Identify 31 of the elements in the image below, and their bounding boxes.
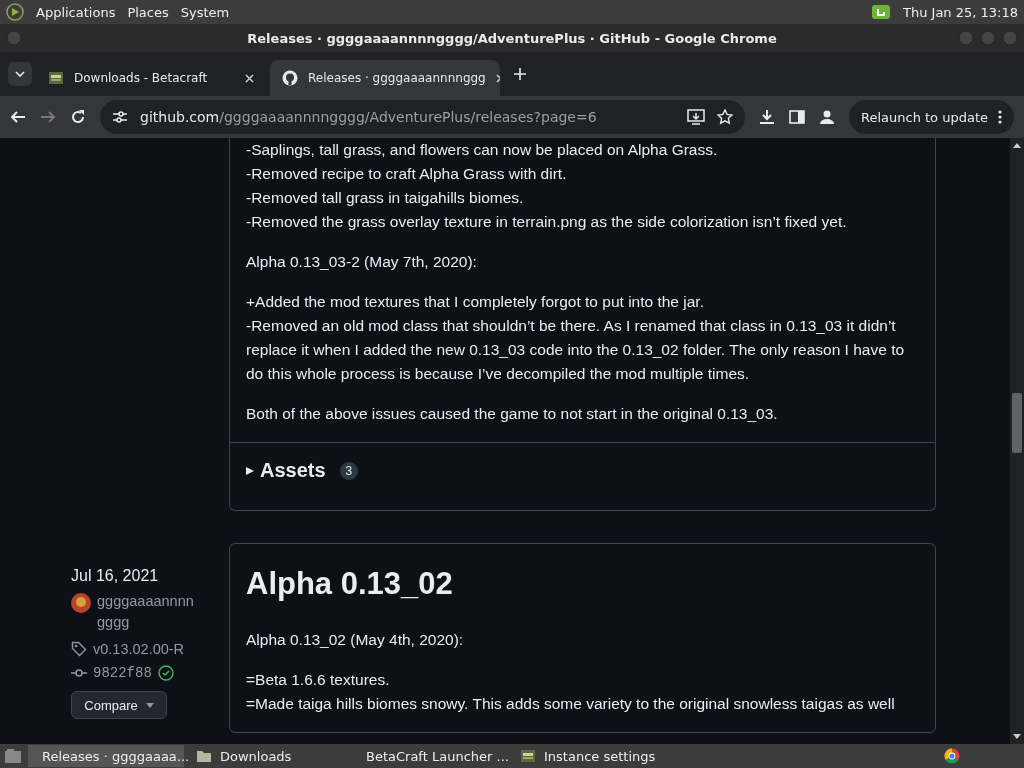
window-title: Releases · ggggaaaannnngggg/AdventurePlus · GitHub - Google Chrome bbox=[247, 30, 777, 46]
release-date: Jul 16, 2021 bbox=[71, 567, 160, 585]
release-note-text: =Made taiga hills biomes snowy. This adds some variety to the original snowless taigas as well bbox=[246, 694, 896, 714]
compare-button[interactable]: Compare bbox=[71, 691, 167, 719]
clock: Thu Jan 25, 13:18 bbox=[903, 4, 1018, 20]
release-note-text: +Added the mod textures that I completely forgot to put into the jar. bbox=[246, 292, 705, 312]
assets-toggle[interactable]: Assets bbox=[246, 459, 326, 482]
commit-link[interactable]: 9822f88 bbox=[93, 665, 152, 681]
release-note-text: Both of the above issues caused the game to not start in the original 0.13_03. bbox=[246, 404, 779, 424]
taskbar-item[interactable]: Instance settings bbox=[514, 745, 670, 767]
panel-menu[interactable]: Places bbox=[127, 4, 169, 20]
address-bar[interactable]: github.com/ggggaaaannnngggg/AdventurePlus/releases?page=6 bbox=[100, 100, 745, 134]
release-note-text: =Beta 1.6.6 textures. bbox=[246, 670, 391, 690]
release-title[interactable]: Alpha 0.13_02 bbox=[230, 544, 935, 628]
panel-menu[interactable]: Applications bbox=[36, 4, 116, 20]
asset-count: 3 bbox=[339, 461, 359, 480]
release-note-text: Alpha 0.13_03-2 (May 7th, 2020): bbox=[246, 252, 478, 272]
taskbar-item[interactable]: BetaCraft Launcher ... bbox=[352, 745, 508, 767]
tag-link[interactable]: v0.13.02.00-R bbox=[93, 641, 185, 657]
release-note-text: -Saplings, tall grass, and flowers can now be placed on Alpha Grass. bbox=[246, 140, 719, 160]
release-note-text: -Removed an old mod class that shouldn’t be there. As I renamed that class in 0.13_03 it didn’t replace it when I added the new 0.13_03 code into the 0.13_02 folder. The only reason I have to do this whole process is because I’ve decompiled the mod multiple times. bbox=[246, 316, 906, 384]
browser-tab[interactable]: Releases · ggggaaaannnnggg bbox=[270, 60, 500, 96]
taskbar-item[interactable]: Downloads bbox=[190, 745, 346, 767]
relaunch-button[interactable]: Relaunch to update bbox=[849, 100, 1014, 134]
release-note-text: Alpha 0.13_02 (May 4th, 2020): bbox=[246, 630, 465, 650]
author-link[interactable]: ggggaaaannnngggg bbox=[97, 591, 197, 633]
release-note-text: -Removed the grass overlay texture in terrain.png as the side colorization isn’t fixed yet. bbox=[246, 212, 848, 232]
browser-tab[interactable]: Downloads - Betacraft bbox=[36, 60, 266, 96]
release-note-text: -Removed recipe to craft Alpha Grass with dirt. bbox=[246, 164, 568, 184]
release-note-text: -Removed tall grass in taigahills biomes. bbox=[246, 188, 525, 208]
panel-menu[interactable]: System bbox=[180, 4, 230, 20]
